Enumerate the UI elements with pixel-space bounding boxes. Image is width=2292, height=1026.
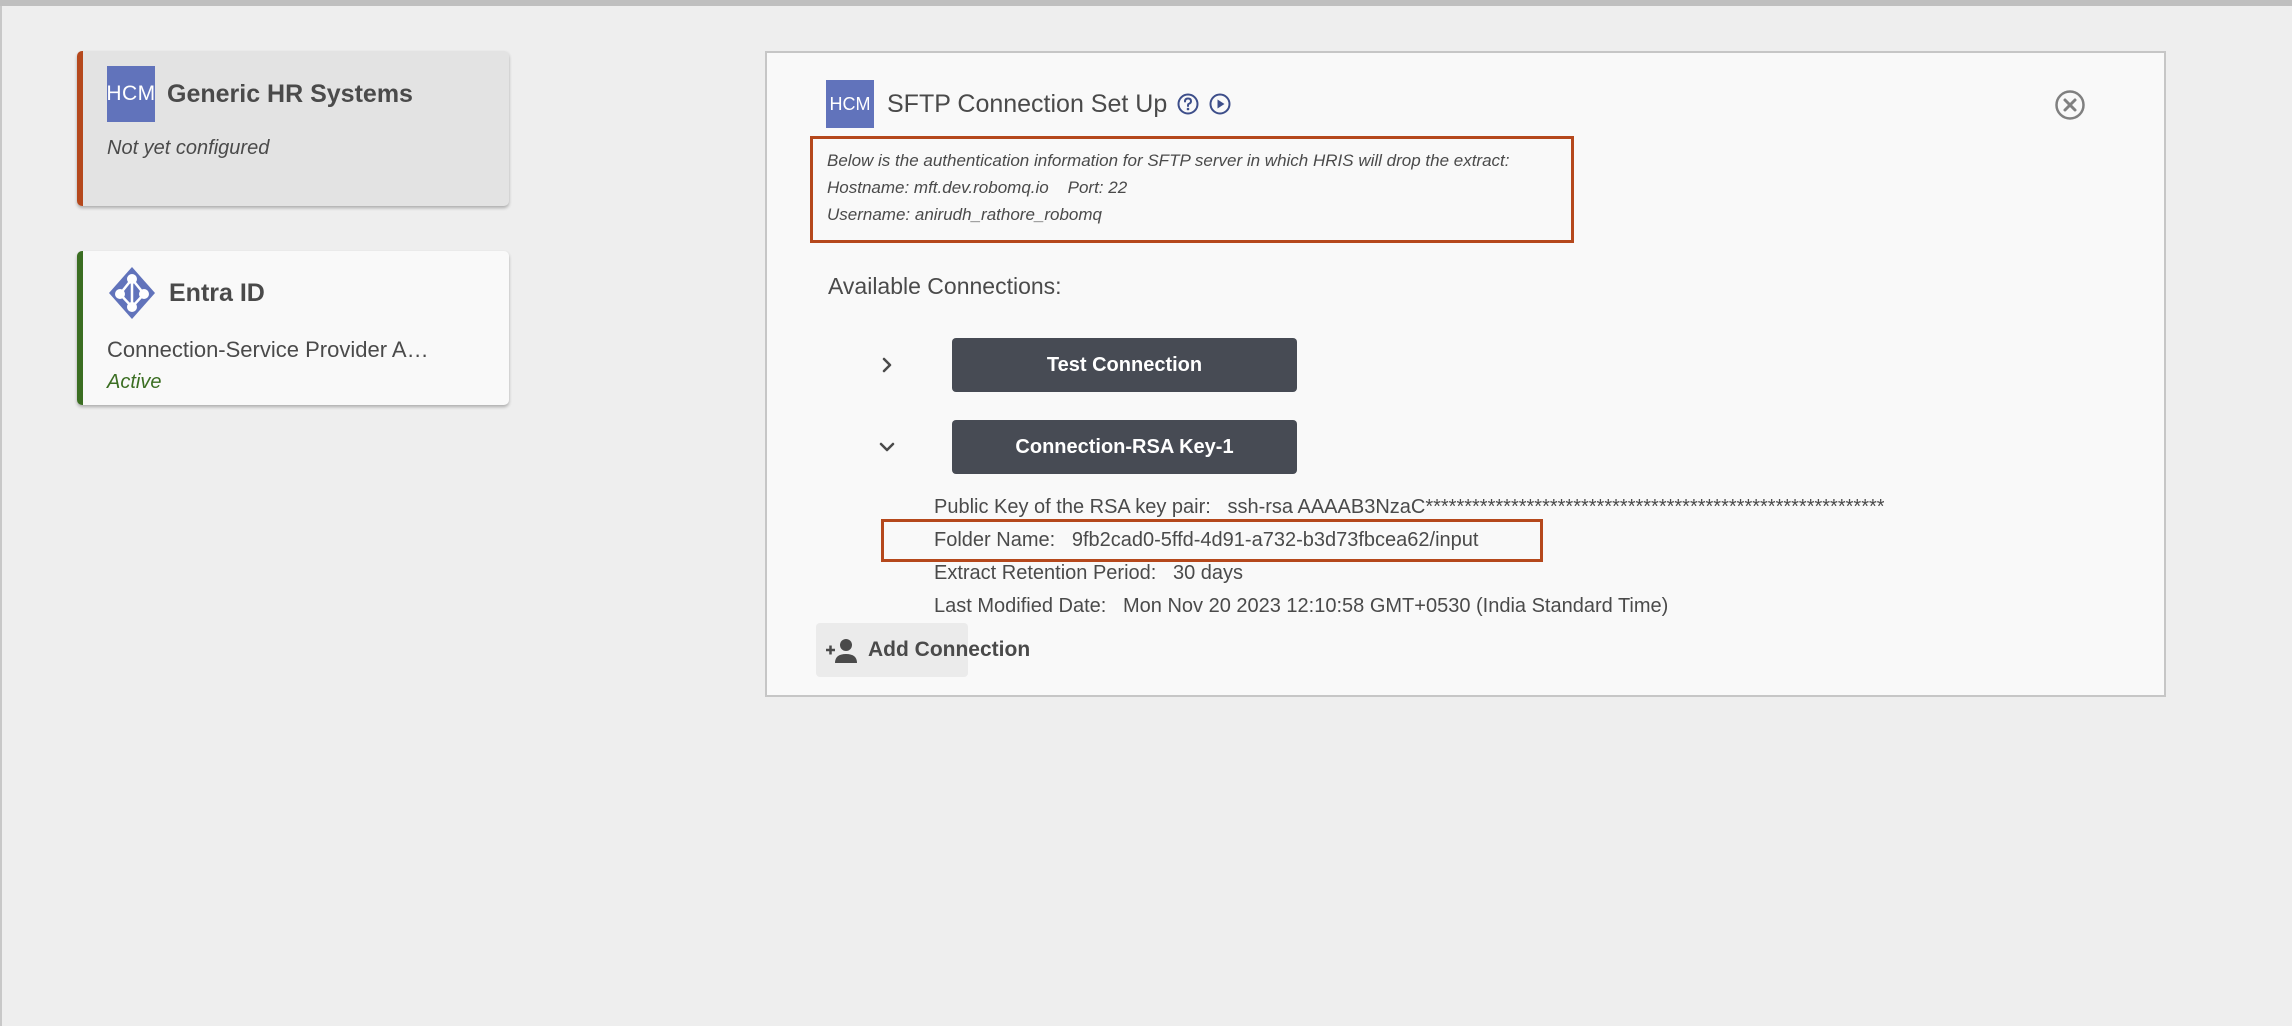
hcm-logo-icon: HCM — [106, 66, 155, 122]
top-bar — [0, 0, 2292, 6]
sftp-setup-panel: HCM SFTP Connection Set Up Below is the … — [765, 51, 2166, 697]
add-connection-label: Add Connection — [868, 638, 1031, 661]
connection-row-test: Test Connection — [872, 338, 1297, 392]
play-circle-icon[interactable] — [1209, 93, 1231, 115]
card-accent-bar — [77, 251, 83, 405]
available-connections-label: Available Connections: — [828, 273, 1062, 299]
chevron-right-icon[interactable] — [872, 350, 902, 380]
close-icon[interactable] — [2054, 89, 2086, 121]
connection-details: Public Key of the RSA key pair: ssh-rsa … — [934, 491, 1884, 623]
card-status-text: Not yet configured — [107, 137, 270, 159]
system-card-entra-id[interactable]: Entra ID Connection-Service Provider A… … — [77, 251, 509, 405]
folder-name-text: Folder Name: 9fb2cad0-5ffd-4d91-a732-b3d… — [934, 529, 1479, 551]
connection-row-rsa-key: Connection-RSA Key-1 — [872, 420, 1297, 474]
card-title: Entra ID — [169, 278, 265, 307]
status-badge: Active — [107, 371, 162, 393]
entra-id-icon — [107, 265, 157, 321]
auth-intro-text: Below is the authentication information … — [827, 151, 1510, 170]
auth-info-box: Below is the authentication information … — [810, 136, 1574, 243]
hostname-port-text: Hostname: mft.dev.robomq.io Port: 22 — [827, 178, 1128, 197]
last-modified-text: Last Modified Date: Mon Nov 20 2023 12:1… — [934, 595, 1669, 617]
help-circle-icon[interactable] — [1177, 93, 1199, 115]
system-card-generic-hr[interactable]: HCM Generic HR Systems Not yet configure… — [77, 51, 509, 206]
card-title: Generic HR Systems — [167, 79, 413, 108]
public-key-text: Public Key of the RSA key pair: ssh-rsa … — [934, 496, 1884, 518]
chevron-down-icon[interactable] — [872, 432, 902, 462]
panel-title: SFTP Connection Set Up — [887, 89, 1168, 118]
hcm-logo-icon: HCM — [826, 80, 874, 128]
card-accent-bar — [77, 51, 83, 206]
add-connection-button[interactable]: Add Connection — [816, 623, 1030, 677]
left-edge — [0, 6, 2, 1026]
test-connection-button[interactable]: Test Connection — [952, 338, 1297, 392]
username-text: Username: anirudh_rathore_robomq — [827, 205, 1102, 224]
connection-rsa-key-button[interactable]: Connection-RSA Key-1 — [952, 420, 1297, 474]
retention-period-text: Extract Retention Period: 30 days — [934, 562, 1244, 584]
card-connection-name: Connection-Service Provider A… — [107, 337, 429, 362]
add-person-icon — [824, 636, 858, 664]
